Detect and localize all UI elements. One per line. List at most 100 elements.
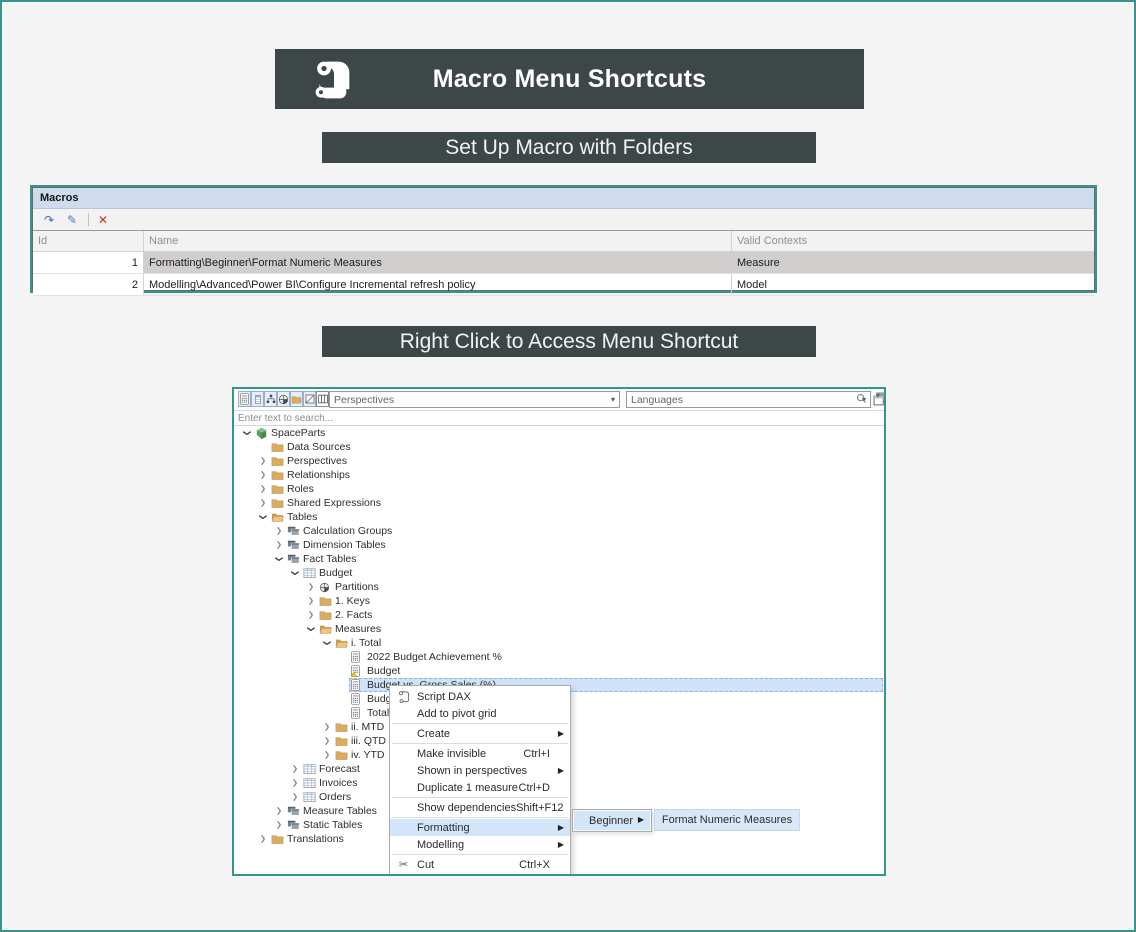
expander-closed-icon[interactable]: ❯ (322, 720, 332, 734)
show-measures-toggle[interactable] (238, 391, 251, 407)
show-hierarchies-toggle[interactable] (264, 391, 277, 407)
expander-open-icon[interactable]: ❯ (240, 428, 254, 438)
toolbar-separator (88, 213, 89, 226)
section-banner-setup: Set Up Macro with Folders (322, 132, 816, 163)
col-header-name[interactable]: Name (143, 231, 731, 251)
macro-table-row[interactable]: 2Modelling\Advanced\Power BI\Configure I… (33, 274, 1094, 296)
tree-item-spaceparts[interactable]: ❯SpaceParts (234, 426, 884, 440)
refresh-arrow-icon[interactable]: ↷ (42, 213, 56, 227)
folder-icon (271, 469, 284, 481)
menu-separator (392, 817, 568, 818)
expander-open-icon[interactable]: ❯ (288, 568, 302, 578)
show-display-folders-toggle[interactable] (303, 391, 316, 407)
expander-closed-icon[interactable]: ❯ (258, 468, 268, 482)
copy-icon (398, 876, 409, 877)
menu-item-label: Formatting (417, 822, 570, 834)
menu-item-create[interactable]: Create▶ (390, 725, 570, 742)
expander-closed-icon[interactable]: ❯ (322, 734, 332, 748)
menu-item-shortcut: Ctrl+D (519, 782, 550, 794)
script-dax-icon (397, 690, 410, 703)
tree-item-data-sources[interactable]: Data Sources (234, 440, 884, 454)
languages-dropdown[interactable]: Languages ▾ (626, 391, 871, 408)
submenu-arrow-icon: ▶ (558, 729, 564, 738)
expander-closed-icon[interactable]: ❯ (274, 538, 284, 552)
expander-closed-icon[interactable]: ❯ (306, 580, 316, 594)
menu-item-add-to-pivot-grid[interactable]: Add to pivot grid (390, 705, 570, 722)
menu-item-show-dependencies[interactable]: Show dependenciesShift+F12 (390, 799, 570, 816)
expander-closed-icon[interactable]: ❯ (290, 776, 300, 790)
show-partitions-toggle[interactable] (277, 391, 290, 407)
menu-item-formatting[interactable]: Formatting▶ (390, 819, 570, 836)
menu-item-cut[interactable]: ✂CutCtrl+X (390, 856, 570, 873)
search-icon[interactable] (856, 391, 867, 402)
show-folders-toggle[interactable] (290, 391, 303, 407)
model-explorer-panel: Perspectives ▾ Languages ▾ Enter text to… (232, 387, 886, 876)
tree-item-budget[interactable]: ❯Budget (234, 566, 884, 580)
tree-item-partitions[interactable]: ❯ Partitions (234, 580, 884, 594)
expander-closed-icon[interactable]: ❯ (258, 832, 268, 846)
tree-item-label: 2. Facts (335, 608, 372, 622)
menu-item-format-numeric-measures[interactable]: Format Numeric Measures (654, 809, 800, 831)
expander-closed-icon[interactable]: ❯ (306, 608, 316, 622)
macros-rows: 1Formatting\Beginner\Format Numeric Meas… (33, 252, 1094, 296)
expander-open-icon[interactable]: ❯ (256, 512, 270, 522)
col-header-id[interactable]: Id (33, 231, 143, 251)
show-display-folders-toggle-icon (305, 394, 315, 404)
menu-item-copy[interactable]: CopyCtrl+C (390, 873, 570, 876)
menu-item-beginner[interactable]: Beginner ▶ (574, 811, 650, 830)
tree-item-measures[interactable]: ❯Measures (234, 622, 884, 636)
menu-item-shown-in-perspectives[interactable]: Shown in perspectives▶ (390, 762, 570, 779)
search-input[interactable]: Enter text to search... (234, 411, 884, 426)
expander-closed-icon[interactable]: ❯ (258, 482, 268, 496)
macro-table-row[interactable]: 1Formatting\Beginner\Format Numeric Meas… (33, 252, 1094, 274)
tree-item-fact-tables[interactable]: ❯Fact Tables (234, 552, 884, 566)
tree-item-2022-budget-achievement[interactable]: 2022 Budget Achievement % (234, 650, 884, 664)
context-menu: Script DAX Add to pivot grid Create▶ Make i… (389, 685, 571, 876)
expander-closed-icon[interactable]: ❯ (290, 790, 300, 804)
folder-icon (271, 455, 284, 467)
tree-item-budget[interactable]: Budget (234, 664, 884, 678)
show-folders-toggle-icon (291, 395, 302, 404)
tree-item-label: Partitions (335, 580, 379, 594)
tree-item-shared-expressions[interactable]: ❯Shared Expressions (234, 496, 884, 510)
expander-open-icon[interactable]: ❯ (304, 624, 318, 634)
perspectives-dropdown[interactable]: Perspectives ▾ (329, 391, 620, 408)
tree-item-label: Measure Tables (303, 804, 377, 818)
expander-closed-icon[interactable]: ❯ (290, 762, 300, 776)
tree-item-tables[interactable]: ❯Tables (234, 510, 884, 524)
expander-closed-icon[interactable]: ❯ (274, 804, 284, 818)
delete-x-icon[interactable]: ✕ (96, 213, 110, 227)
menu-item-make-invisible[interactable]: Make invisibleCtrl+I (390, 745, 570, 762)
expander-closed-icon[interactable]: ❯ (274, 524, 284, 538)
expander-open-icon[interactable]: ❯ (320, 638, 334, 648)
tree-item-label: Invoices (319, 776, 358, 790)
expander-closed-icon[interactable]: ❯ (306, 594, 316, 608)
expander-open-icon[interactable]: ❯ (272, 554, 286, 564)
expander-closed-icon[interactable]: ❯ (258, 496, 268, 510)
expander-closed-icon[interactable]: ❯ (258, 454, 268, 468)
tree-item-1-keys[interactable]: ❯ 1. Keys (234, 594, 884, 608)
edit-pencil-icon[interactable]: ✎ (65, 213, 79, 227)
expander-closed-icon[interactable]: ❯ (322, 748, 332, 762)
tree-item-perspectives[interactable]: ❯Perspectives (234, 454, 884, 468)
search-options-chevron-icon[interactable]: ▾ (876, 391, 880, 400)
show-columns-toggle[interactable] (251, 391, 264, 407)
col-header-valid-contexts[interactable]: Valid Contexts (731, 231, 1094, 251)
table-set-icon (287, 525, 300, 537)
chevron-down-icon[interactable]: ▾ (611, 395, 615, 404)
menu-item-script-dax[interactable]: Script DAX (390, 688, 570, 705)
menu-item-duplicate-1-measure[interactable]: Duplicate 1 measureCtrl+D (390, 779, 570, 796)
measure-icon (351, 693, 364, 705)
column-view-toggle[interactable] (316, 391, 329, 407)
tree-item-calculation-groups[interactable]: ❯Calculation Groups (234, 524, 884, 538)
tree-item-relationships[interactable]: ❯Relationships (234, 468, 884, 482)
expander-closed-icon[interactable]: ❯ (274, 818, 284, 832)
menu-item-label: Add to pivot grid (417, 708, 570, 720)
menu-item-modelling[interactable]: Modelling▶ (390, 836, 570, 853)
tree-item-dimension-tables[interactable]: ❯Dimension Tables (234, 538, 884, 552)
tree-item-2-facts[interactable]: ❯ 2. Facts (234, 608, 884, 622)
tree-item-roles[interactable]: ❯Roles (234, 482, 884, 496)
submenu-arrow-icon: ▶ (558, 823, 564, 832)
tree-item-i-total[interactable]: ❯i. Total (234, 636, 884, 650)
tree-item-label: 1. Keys (335, 594, 370, 608)
